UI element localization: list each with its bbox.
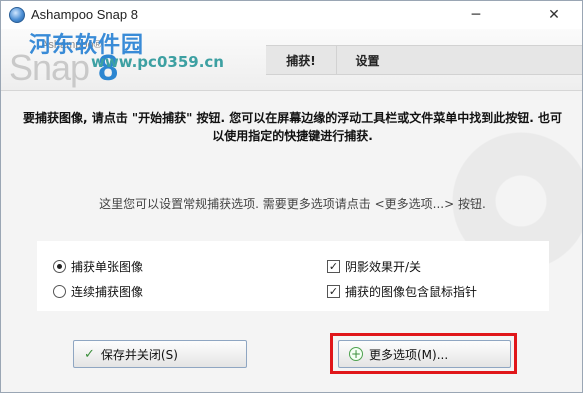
app-window: Ashampoo Snap 8 ─ ✕ Ashampoo® Snap 8 河东软… — [0, 0, 583, 393]
checkmark-icon: ✓ — [84, 346, 95, 362]
close-button[interactable]: ✕ — [531, 1, 577, 29]
watermark-url: www.pc0359.cn — [91, 53, 224, 71]
tab-capture[interactable]: 捕获! — [266, 46, 336, 74]
radio-continuous-capture[interactable]: 连续捕获图像 — [53, 283, 143, 300]
checkbox-shadow-label: 阴影效果开/关 — [345, 260, 422, 274]
title-bar[interactable]: Ashampoo Snap 8 ─ ✕ — [1, 1, 582, 29]
header-band: Ashampoo® Snap 8 河东软件园 www.pc0359.cn 捕获!… — [1, 29, 582, 91]
checkbox-cursor-label: 捕获的图像包含鼠标指针 — [345, 285, 478, 299]
checkmark-icon[interactable]: ✓ — [327, 285, 340, 298]
app-icon — [9, 7, 25, 23]
more-options-label: 更多选项(M)... — [369, 347, 449, 362]
options-panel: 捕获单张图像 连续捕获图像 ✓ 阴影效果开/关 ✓ 捕获的图像包含鼠标指针 — [37, 241, 549, 311]
checkmark-icon[interactable]: ✓ — [327, 260, 340, 273]
more-options-button[interactable]: + 更多选项(M)... — [338, 340, 511, 368]
radio-continuous-label: 连续捕获图像 — [71, 285, 144, 299]
hint-text: 这里您可以设置常规捕获选项. 需要更多选项请点击 <更多选项...> 按钮. — [99, 197, 486, 211]
radio-button[interactable] — [53, 285, 66, 298]
minimize-button[interactable]: ─ — [453, 1, 499, 29]
checkbox-shadow[interactable]: ✓ 阴影效果开/关 — [327, 258, 421, 275]
window-title: Ashampoo Snap 8 — [31, 7, 138, 22]
checkbox-cursor[interactable]: ✓ 捕获的图像包含鼠标指针 — [327, 283, 477, 300]
tab-strip: 捕获! 设置 — [266, 45, 582, 75]
save-close-label: 保存并关闭(S) — [100, 347, 178, 362]
plus-circle-icon: + — [349, 347, 363, 361]
tab-settings[interactable]: 设置 — [336, 46, 398, 74]
radio-button[interactable] — [53, 260, 66, 273]
save-close-button[interactable]: ✓ 保存并关闭(S) — [73, 340, 247, 368]
radio-single-label: 捕获单张图像 — [71, 260, 144, 274]
intro-text: 要捕获图像, 请点击 "开始捕获" 按钮. 您可以在屏幕边缘的浮动工具栏或文件菜… — [22, 111, 563, 143]
radio-single-capture[interactable]: 捕获单张图像 — [53, 258, 143, 275]
